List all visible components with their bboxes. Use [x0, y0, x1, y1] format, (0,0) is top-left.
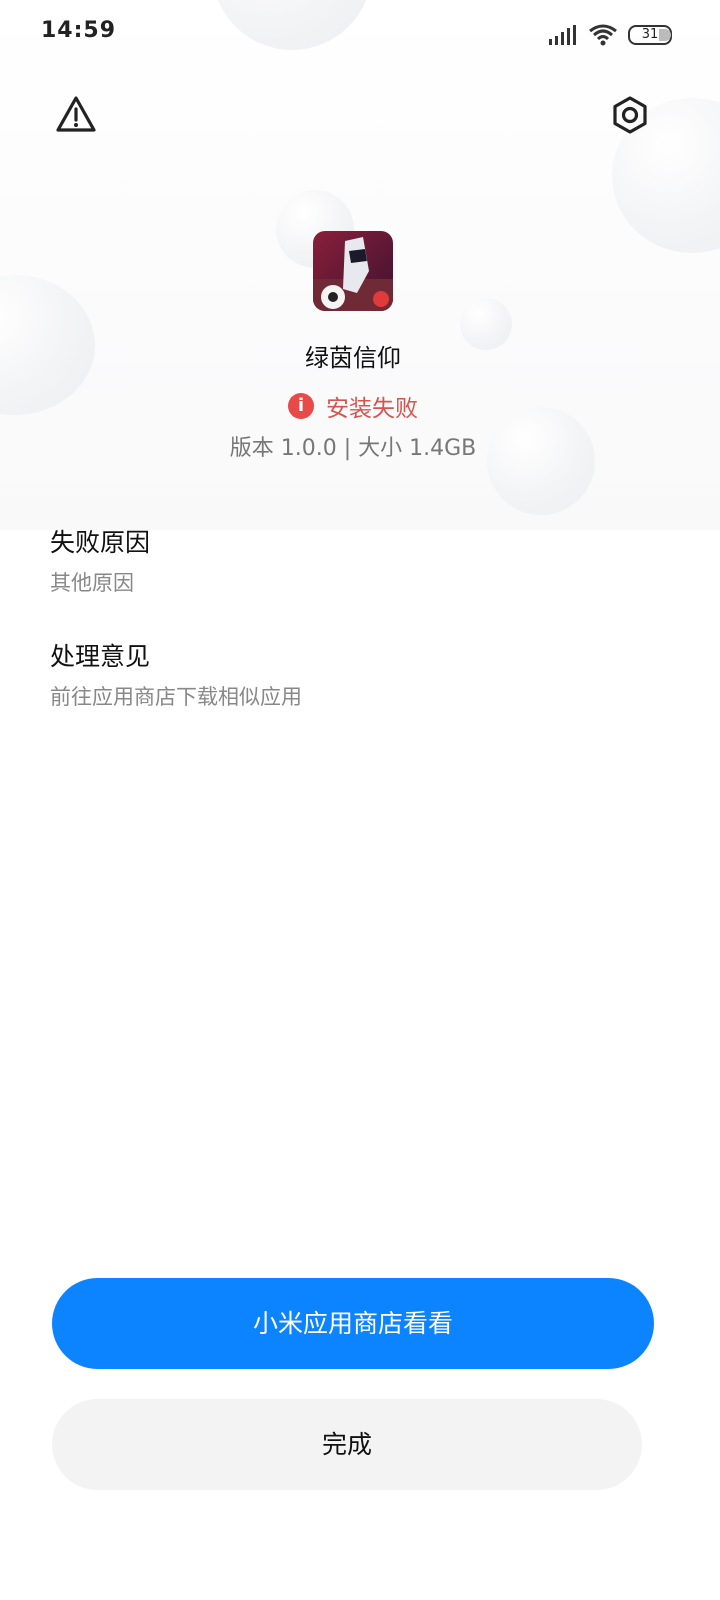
section-value: 前往应用商店下载相似应用 [50, 685, 302, 709]
section-value: 其他原因 [50, 571, 134, 595]
open-app-store-button[interactable]: 小米应用商店看看 [52, 1278, 654, 1369]
install-status-text: 安装失败 [326, 396, 418, 422]
battery-icon: 31 [628, 25, 672, 45]
warning-icon[interactable] [54, 93, 98, 137]
status-bar: 14:59 31 [0, 0, 720, 70]
failure-reason-section: 失败原因 其他原因 [50, 523, 150, 597]
section-title: 处理意见 [50, 642, 151, 671]
status-time: 14:59 [41, 18, 117, 43]
install-status: i 安装失败 [0, 389, 706, 423]
app-icon [313, 231, 393, 311]
settings-hex-icon[interactable] [608, 93, 652, 137]
wifi-icon [589, 24, 617, 46]
app-name: 绿茵信仰 [305, 344, 401, 372]
section-title: 失败原因 [50, 528, 151, 557]
done-button[interactable]: 完成 [52, 1399, 642, 1490]
error-info-icon: i [288, 393, 314, 419]
signal-icon [549, 25, 576, 45]
suggestion-section: 处理意见 前往应用商店下载相似应用 [50, 637, 302, 711]
app-meta: 版本 1.0.0 | 大小 1.4GB [229, 436, 477, 461]
battery-level: 31 [641, 27, 659, 42]
status-icons: 31 [548, 20, 672, 50]
